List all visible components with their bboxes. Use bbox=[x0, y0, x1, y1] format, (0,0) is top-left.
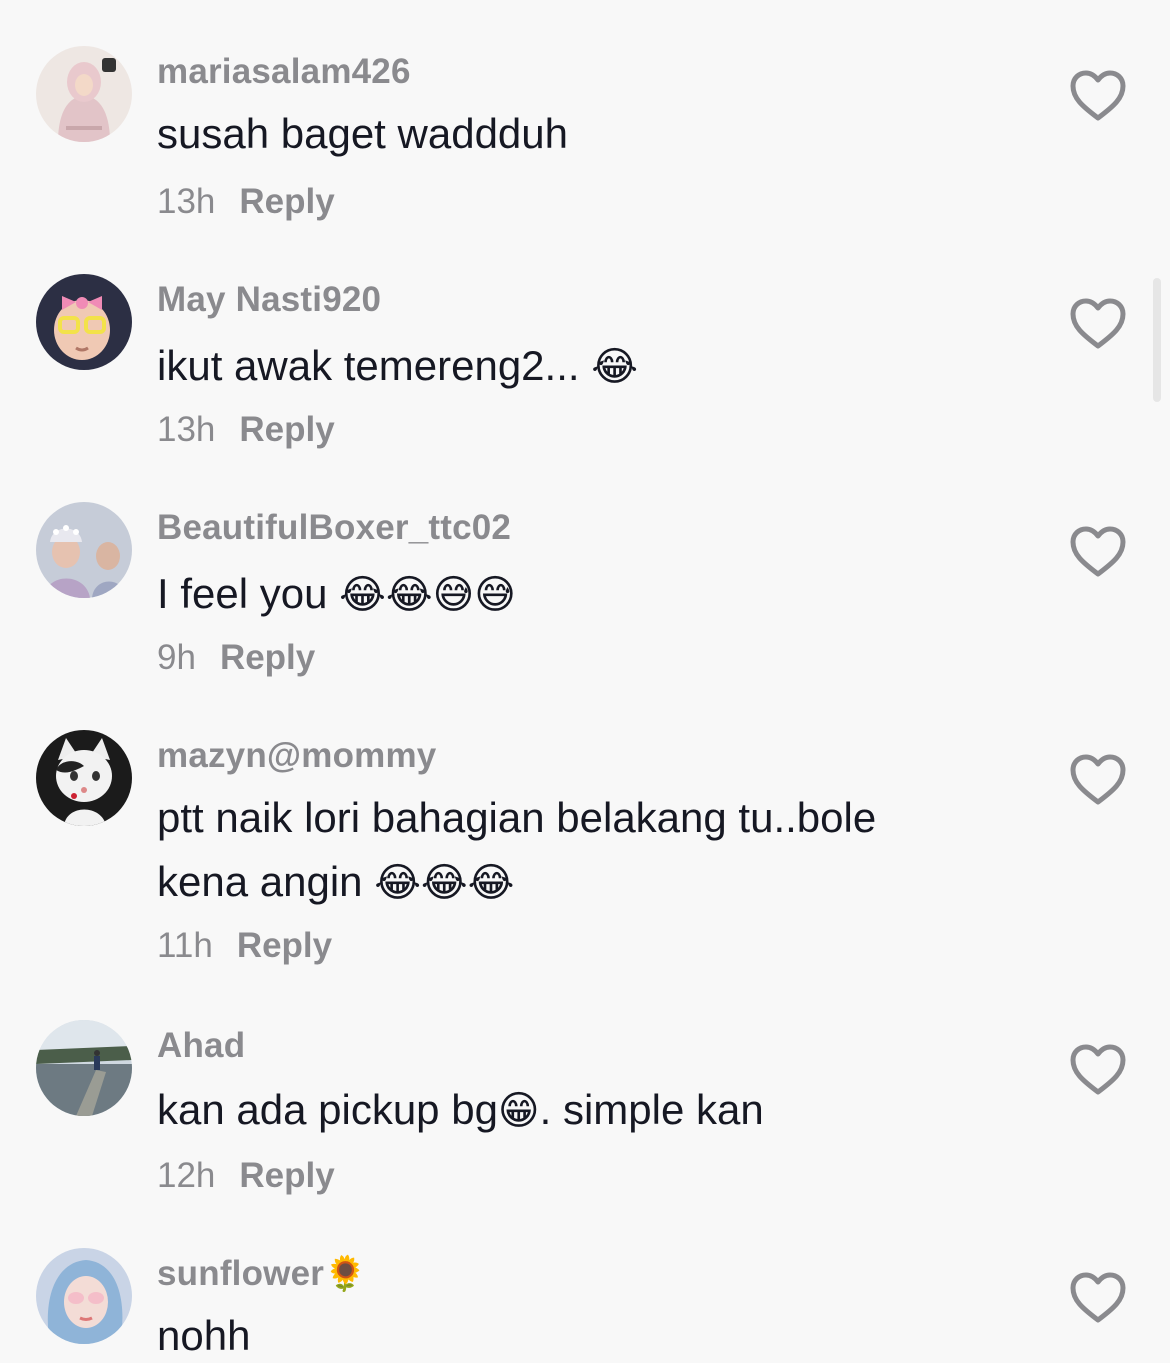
comment-text: nohh bbox=[157, 1304, 250, 1363]
comment-meta: 13h Reply bbox=[157, 410, 335, 450]
woman-headdress-avatar-icon bbox=[36, 502, 132, 598]
comment-item: mariasalam426 susah baget waddduh 13h Rep… bbox=[0, 0, 1170, 228]
reply-button[interactable]: Reply bbox=[237, 926, 332, 965]
scrollbar[interactable] bbox=[1153, 278, 1161, 402]
comment-text-after: . simple kan bbox=[539, 1086, 764, 1133]
sunflower-emoji: 🌻 bbox=[324, 1254, 367, 1294]
comment-item: May Nasti920 ikut awak temereng2... 😂 13… bbox=[0, 228, 1170, 456]
comment-meta: 13h Reply bbox=[157, 182, 335, 222]
avatar[interactable] bbox=[36, 1248, 132, 1344]
comment-item: BeautifulBoxer_ttc02 I feel you 😂😂😅😅 9h R… bbox=[0, 456, 1170, 684]
comment-meta: 11h Reply bbox=[157, 926, 332, 966]
avatar[interactable] bbox=[36, 46, 132, 142]
reply-button[interactable]: Reply bbox=[239, 1156, 334, 1195]
comment-text: susah baget waddduh bbox=[157, 102, 568, 166]
comment-meta: 9h Reply bbox=[157, 638, 315, 678]
tears-of-joy-emoji: 😂 bbox=[591, 344, 638, 390]
comment-username[interactable]: BeautifulBoxer_ttc02 bbox=[157, 508, 511, 548]
comment-time: 11h bbox=[157, 926, 213, 965]
lakeside-avatar-icon bbox=[36, 1020, 132, 1116]
tears-of-joy-emojis: 😂😂😂 bbox=[374, 860, 515, 906]
comment-time: 13h bbox=[157, 410, 216, 449]
comment-text-content: ikut awak temereng2... bbox=[157, 342, 592, 389]
avatar[interactable] bbox=[36, 730, 132, 826]
comment-text-content: ptt naik lori bahagian belakang tu..bole bbox=[157, 794, 877, 841]
cat-avatar-icon bbox=[36, 730, 132, 826]
grinning-emoji: 😁 bbox=[497, 1088, 540, 1134]
like-heart-icon[interactable] bbox=[1068, 296, 1128, 352]
comment-time: 9h bbox=[157, 638, 196, 677]
reply-button[interactable]: Reply bbox=[239, 182, 334, 221]
comment-username[interactable]: mariasalam426 bbox=[157, 52, 411, 92]
avatar[interactable] bbox=[36, 274, 132, 370]
comment-item: mazyn@mommy ptt naik lori bahagian belak… bbox=[0, 684, 1170, 974]
comment-username[interactable]: Ahad bbox=[157, 1026, 245, 1066]
comment-time: 12h bbox=[157, 1156, 216, 1195]
comment-text: ptt naik lori bahagian belakang tu..bole bbox=[157, 786, 876, 850]
reply-button[interactable]: Reply bbox=[239, 410, 334, 449]
comment-item: sunflower🌻 nohh bbox=[0, 1202, 1170, 1363]
reply-button[interactable]: Reply bbox=[220, 638, 315, 677]
like-heart-icon[interactable] bbox=[1068, 68, 1128, 124]
comment-meta: 12h Reply bbox=[157, 1156, 335, 1196]
comment-text: kan ada pickup bg😁. simple kan bbox=[157, 1078, 764, 1143]
like-heart-icon[interactable] bbox=[1068, 1042, 1128, 1098]
avatar[interactable] bbox=[36, 502, 132, 598]
comment-text: I feel you 😂😂😅😅 bbox=[157, 562, 516, 627]
like-heart-icon[interactable] bbox=[1068, 524, 1128, 580]
baby-pink-bow-avatar-icon bbox=[36, 274, 132, 370]
comment-text-line2: kena angin 😂😂😂 bbox=[157, 850, 514, 915]
comment-text-content: kan ada pickup bg bbox=[157, 1086, 498, 1133]
comment-username-text: sunflower bbox=[157, 1254, 325, 1293]
comment-text-content: susah baget waddduh bbox=[157, 110, 568, 157]
hijab-woman-avatar-icon bbox=[36, 46, 132, 142]
comment-username[interactable]: mazyn@mommy bbox=[157, 736, 436, 776]
comment-text-content: I feel you bbox=[157, 570, 340, 617]
blue-hair-girl-avatar-icon bbox=[36, 1248, 132, 1344]
comment-time: 13h bbox=[157, 182, 216, 221]
comment-username[interactable]: sunflower🌻 bbox=[157, 1254, 367, 1294]
comment-username[interactable]: May Nasti920 bbox=[157, 280, 381, 320]
comment-item: Ahad kan ada pickup bg😁. simple kan 12h R… bbox=[0, 974, 1170, 1202]
like-heart-icon[interactable] bbox=[1068, 1270, 1128, 1326]
comments-screen: mariasalam426 susah baget waddduh 13h Rep… bbox=[0, 0, 1170, 1363]
avatar[interactable] bbox=[36, 1020, 132, 1116]
like-heart-icon[interactable] bbox=[1068, 752, 1128, 808]
comment-text-content-line2: kena angin bbox=[157, 858, 375, 905]
comment-text-content: nohh bbox=[157, 1312, 251, 1359]
laughing-emojis: 😂😂😅😅 bbox=[339, 572, 516, 618]
comment-text: ikut awak temereng2... 😂 bbox=[157, 334, 638, 399]
